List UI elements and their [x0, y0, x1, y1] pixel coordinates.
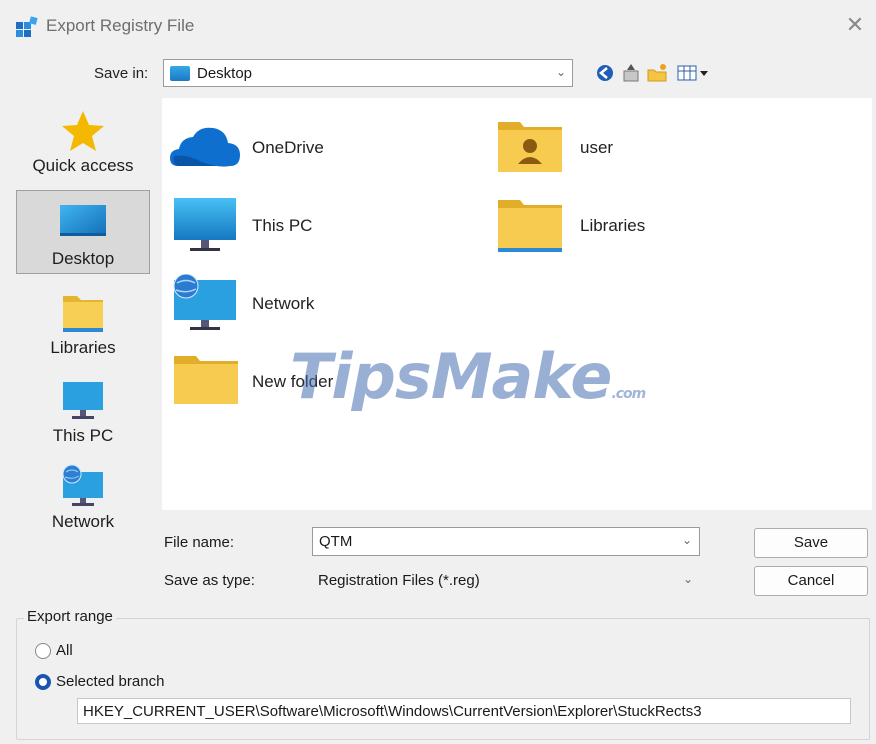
- onedrive-cloud-icon: [170, 127, 240, 167]
- place-label: Quick access: [32, 156, 134, 175]
- file-label: This PC: [252, 216, 313, 235]
- file-label: user: [580, 138, 614, 157]
- chevron-down-icon[interactable]: ⌄: [682, 533, 692, 547]
- user-folder-icon: [498, 122, 562, 172]
- file-name-input[interactable]: QTM ⌄: [312, 527, 700, 556]
- place-label: Network: [51, 512, 115, 531]
- file-label: Network: [252, 294, 315, 313]
- network-icon: [173, 274, 236, 330]
- save-button[interactable]: Save: [754, 528, 868, 558]
- chevron-down-icon: ⌄: [682, 572, 693, 586]
- file-label: OneDrive: [252, 138, 324, 157]
- desktop-icon: [60, 205, 106, 236]
- places-bar: Quick access Desktop Libraries This PC N…: [13, 98, 153, 538]
- export-range-title: Export range: [24, 608, 116, 625]
- place-network[interactable]: Network: [16, 454, 150, 538]
- file-name-label: File name:: [164, 534, 235, 551]
- back-icon[interactable]: [594, 62, 616, 84]
- folder-icon: [174, 356, 238, 404]
- window-title: Export Registry File: [46, 16, 195, 35]
- radio-all[interactable]: [35, 643, 51, 659]
- place-libraries[interactable]: Libraries: [16, 280, 150, 364]
- network-icon: [62, 464, 103, 506]
- radio-selected-branch-label: Selected branch: [56, 673, 165, 690]
- file-list[interactable]: OneDrive user This PC Libraries Network …: [162, 98, 872, 510]
- place-label: This PC: [52, 426, 114, 445]
- star-icon: [62, 111, 104, 151]
- save-as-type-select[interactable]: Registration Files (*.reg) ⌄: [312, 566, 700, 595]
- save-in-dropdown[interactable]: Desktop ⌄: [163, 59, 573, 87]
- place-label: Desktop: [51, 249, 115, 268]
- watermark-logo: TipsMake.com: [290, 340, 646, 413]
- radio-selected-branch[interactable]: [35, 674, 51, 690]
- file-name-value: QTM: [319, 533, 353, 550]
- view-menu-icon[interactable]: [676, 62, 710, 84]
- chevron-down-icon: ⌄: [555, 65, 566, 79]
- pc-icon: [63, 382, 103, 419]
- desktop-folder-icon: [170, 66, 190, 81]
- libraries-folder-icon: [498, 200, 562, 252]
- close-icon[interactable]: ✕: [842, 12, 868, 38]
- place-this-pc[interactable]: This PC: [16, 368, 150, 452]
- selected-branch-field[interactable]: HKEY_CURRENT_USER\Software\Microsoft\Win…: [77, 698, 851, 724]
- radio-all-label: All: [56, 642, 73, 659]
- file-label: Libraries: [580, 216, 646, 235]
- save-as-type-label: Save as type:: [164, 572, 255, 589]
- place-label: Libraries: [50, 338, 116, 357]
- pc-icon: [174, 198, 236, 251]
- save-as-type-value: Registration Files (*.reg): [318, 572, 480, 589]
- save-in-label: Save in:: [94, 65, 149, 82]
- up-folder-icon[interactable]: [620, 62, 642, 84]
- libraries-icon: [63, 296, 103, 332]
- registry-editor-icon: [16, 16, 38, 37]
- save-in-value: Desktop: [197, 65, 253, 82]
- place-desktop[interactable]: Desktop: [16, 190, 150, 274]
- place-quick-access[interactable]: Quick access: [16, 98, 150, 182]
- cancel-button[interactable]: Cancel: [754, 566, 868, 596]
- new-folder-icon[interactable]: [646, 62, 668, 84]
